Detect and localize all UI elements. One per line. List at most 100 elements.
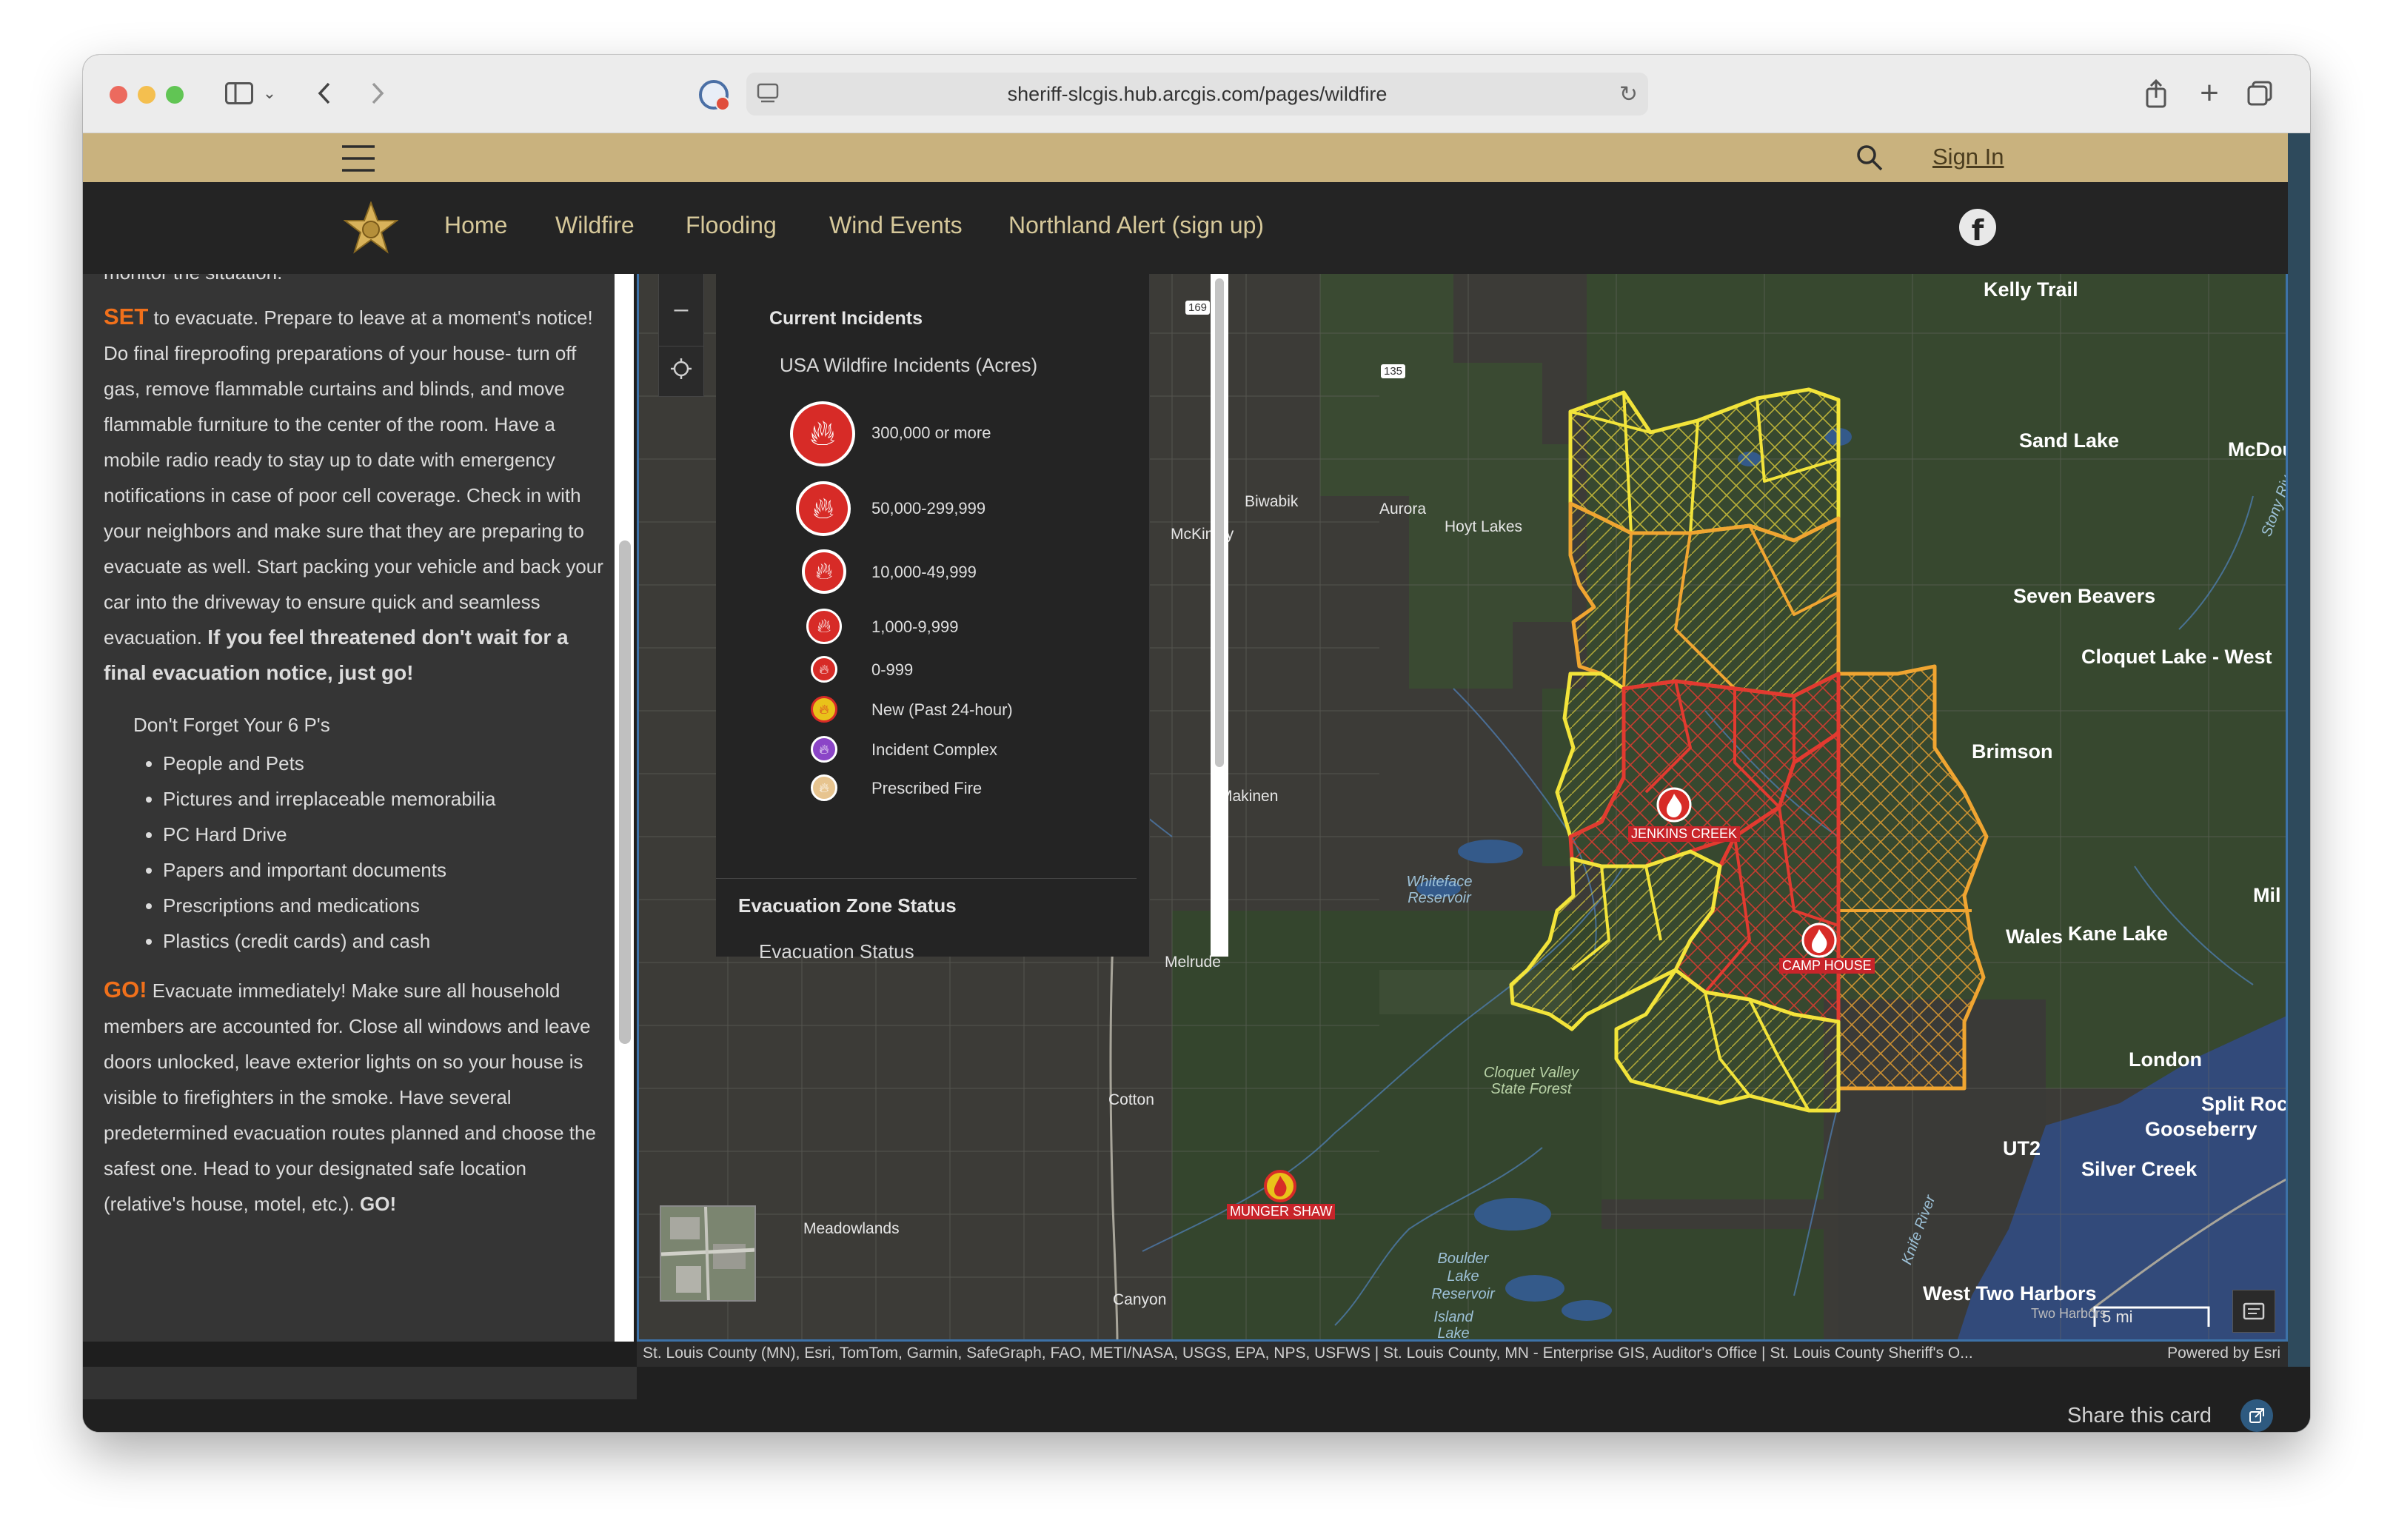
place-label: Gooseberry <box>2145 1118 2258 1140</box>
sidebar-scrollbar-thumb[interactable] <box>619 540 631 1044</box>
legend-item: 🔥︎ New (Past 24-hour) <box>716 696 1131 740</box>
place-label: Seven Beavers <box>2013 585 2156 607</box>
tab-overview-icon[interactable] <box>2245 71 2275 116</box>
legend-item: 🔥︎ 0-999 <box>716 656 1131 700</box>
fire-symbol-icon: 🔥︎ <box>806 609 842 644</box>
place-label: Cloquet Lake - West <box>2081 646 2272 668</box>
go-bold-text: GO! <box>360 1193 397 1215</box>
legend-item: 🔥︎ 50,000-299,999 <box>716 481 1131 536</box>
place-label: Kane Lake <box>2068 923 2169 945</box>
place-label: Canyon <box>1113 1291 1167 1308</box>
share-card-label[interactable]: Share this card <box>2067 1404 2212 1428</box>
highway-shield: 135 <box>1381 364 1406 378</box>
nav-home[interactable]: Home <box>444 212 507 239</box>
legend-item: 🔥︎ 10,000-49,999 <box>716 549 1131 594</box>
reload-icon[interactable]: ↻ <box>1619 81 1638 107</box>
page-edge-strip <box>2288 133 2310 1432</box>
legend-subtitle: USA Wildfire Incidents (Acres) <box>780 354 1038 376</box>
footer-left-panel <box>83 1367 637 1399</box>
set-paragraph: SET to evacuate. Prepare to leave at a m… <box>104 299 607 691</box>
expand-widget-icon[interactable] <box>2232 1290 2275 1333</box>
locate-icon[interactable] <box>659 346 703 390</box>
list-item: PC Hard Drive <box>163 817 607 852</box>
url-text[interactable]: sheriff-slcgis.hub.arcgis.com/pages/wild… <box>1008 83 1388 106</box>
legend-item: 🔥︎ Incident Complex <box>716 736 1131 780</box>
legend-item: 🔥︎ 1,000-9,999 <box>716 609 1131 653</box>
highway-shield: 169 <box>1185 301 1211 315</box>
place-label: Aurora <box>1379 500 1427 518</box>
map-controls: – <box>658 274 704 397</box>
place-label: Hoyt Lakes <box>1445 518 1523 535</box>
browser-window: ⌄ sheriff-slcgis.hub.arcgis.com/pages/wi… <box>83 55 2310 1432</box>
share-card-button[interactable] <box>2240 1399 2273 1432</box>
map-attribution: St. Louis County (MN), Esri, TomTom, Gar… <box>637 1342 2288 1367</box>
privacy-shield-icon[interactable] <box>699 80 730 111</box>
legend-section-title: Evacuation Zone Status <box>738 894 957 917</box>
chevron-down-icon[interactable]: ⌄ <box>261 71 278 116</box>
sidebar-toggle-icon[interactable] <box>221 71 258 116</box>
legend-divider <box>716 878 1137 879</box>
browser-toolbar: ⌄ sheriff-slcgis.hub.arcgis.com/pages/wi… <box>83 55 2310 133</box>
cut-off-line: monitor the situation. <box>104 274 607 290</box>
legend-item: 🔥︎ Prescribed Fire <box>716 774 1131 819</box>
legend-label: 300,000 or more <box>871 424 991 442</box>
sign-in-link[interactable]: Sign In <box>1932 144 2004 170</box>
legend-title: Current Incidents <box>769 308 923 329</box>
legend-label: Incident Complex <box>871 740 997 759</box>
legend-label: New (Past 24-hour) <box>871 700 1013 719</box>
nav-northland-alert[interactable]: Northland Alert (sign up) <box>1008 212 1264 239</box>
place-label: Cotton <box>1108 1091 1154 1108</box>
scale-label: 5 mi <box>2102 1308 2133 1326</box>
legend-scrollbar-thumb[interactable] <box>1215 278 1224 767</box>
basemap-toggle[interactable] <box>660 1205 756 1302</box>
powered-by-esri[interactable]: Powered by Esri <box>2167 1345 2280 1362</box>
water-label: Island Lake <box>1433 1309 1473 1342</box>
sheriff-star-logo[interactable] <box>343 201 399 260</box>
legend-label: 50,000-299,999 <box>871 499 986 518</box>
list-item: People and Pets <box>163 746 607 781</box>
list-item: Plastics (credit cards) and cash <box>163 923 607 959</box>
fire-label-jenkins-creek[interactable]: JENKINS CREEK <box>1628 826 1741 842</box>
address-bar[interactable]: sheriff-slcgis.hub.arcgis.com/pages/wild… <box>746 73 1648 116</box>
legend-label: 10,000-49,999 <box>871 563 977 581</box>
place-label: Wales <box>2006 925 2064 948</box>
place-label: Two Harbors <box>2031 1306 2107 1321</box>
list-item: Prescriptions and medications <box>163 888 607 923</box>
place-label: West Two Harbors <box>1923 1282 2097 1305</box>
go-paragraph: GO! Evacuate immediately! Make sure all … <box>104 972 607 1222</box>
fire-label-munger-shaw[interactable]: MUNGER SHAW <box>1227 1204 1336 1219</box>
nav-wildfire[interactable]: Wildfire <box>555 212 635 239</box>
back-arrow-icon[interactable] <box>309 71 339 116</box>
share-icon[interactable] <box>2141 71 2171 116</box>
close-window-button[interactable] <box>110 86 127 104</box>
nav-flooding[interactable]: Flooding <box>686 212 777 239</box>
wildfire-map[interactable]: Kelly Trail Sand Lake McDougal Lake Seve… <box>637 274 2288 1342</box>
fire-symbol-icon: 🔥︎ <box>790 401 855 466</box>
utility-bar: Sign In <box>83 133 2288 182</box>
place-label: Brimson <box>1972 740 2053 763</box>
place-label: Meadowlands <box>803 1220 900 1237</box>
page-settings-icon[interactable] <box>757 83 779 109</box>
list-item: Pictures and irreplaceable memorabilia <box>163 781 607 817</box>
nav-wind-events[interactable]: Wind Events <box>829 212 963 239</box>
zoom-out-icon[interactable]: – <box>659 287 703 331</box>
facebook-icon[interactable]: f <box>1959 209 1996 247</box>
attribution-text[interactable]: St. Louis County (MN), Esri, TomTom, Gar… <box>643 1345 1973 1362</box>
legend-panel: Current Incidents USA Wildfire Incidents… <box>716 274 1228 962</box>
search-icon[interactable] <box>1855 144 1884 175</box>
go-keyword: GO! <box>104 977 147 1002</box>
place-label: London <box>2129 1048 2202 1071</box>
new-tab-icon[interactable]: + <box>2195 71 2224 116</box>
forward-arrow-icon[interactable] <box>363 71 392 116</box>
fire-marker-camp-house[interactable] <box>1801 923 1837 958</box>
set-keyword: SET <box>104 304 149 329</box>
zoom-window-button[interactable] <box>166 86 184 104</box>
fire-marker-jenkins-creek[interactable] <box>1656 787 1692 823</box>
fire-symbol-icon: 🔥︎ <box>796 481 851 536</box>
fire-label-camp-house[interactable]: CAMP HOUSE <box>1779 958 1875 974</box>
go-text: Evacuate immediately! Make sure all hous… <box>104 980 596 1215</box>
place-label: Kelly Trail <box>1984 278 2078 301</box>
fire-marker-munger-shaw[interactable] <box>1264 1170 1296 1202</box>
hamburger-menu-icon[interactable] <box>341 144 376 177</box>
minimize-window-button[interactable] <box>138 86 155 104</box>
